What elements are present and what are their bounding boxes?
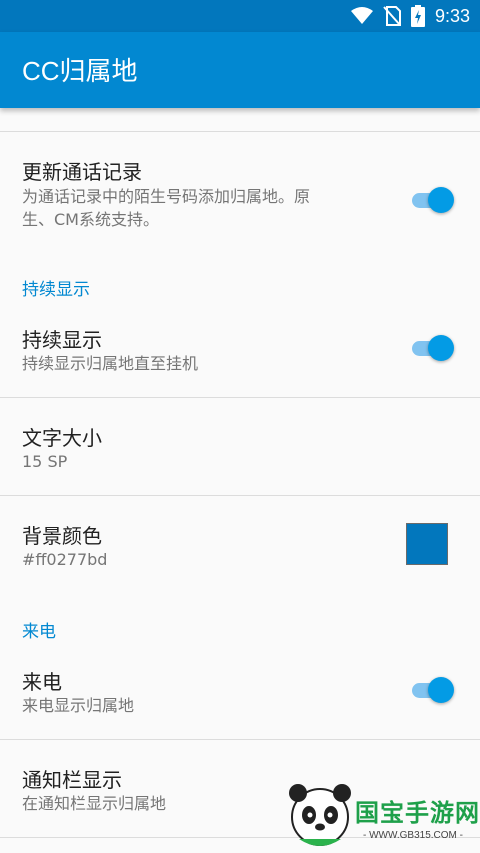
category-persistent-display: 持续显示: [22, 280, 90, 300]
panda-logo-icon: [289, 784, 351, 846]
pref-update-call-log-summary-line2: 生、CM系统支持。: [22, 210, 159, 229]
pref-persistent-display-summary: 持续显示归属地直至挂机: [22, 354, 199, 373]
pref-background-color-title: 背景颜色: [22, 524, 102, 548]
pref-update-call-log-summary-line1: 为通话记录中的陌生号码添加归属地。原: [22, 187, 311, 206]
category-incoming-call: 来电: [22, 622, 56, 642]
pref-notification-display-title: 通知栏显示: [22, 768, 122, 792]
pref-update-call-log[interactable]: 更新通话记录 为通话记录中的陌生号码添加归属地。原 生、CM系统支持。: [0, 132, 480, 230]
pref-notification-display-summary: 在通知栏显示归属地: [22, 794, 167, 813]
pref-update-call-log-title: 更新通话记录: [22, 160, 142, 184]
pref-background-color-summary: #ff0277bd: [22, 550, 108, 569]
switch-thumb: [428, 335, 454, 361]
no-sim-icon: [383, 6, 401, 26]
status-icons: 9:33: [350, 0, 470, 32]
status-bar: 9:33: [0, 0, 480, 32]
battery-charging-icon: [410, 5, 425, 27]
pref-text-size-summary: 15 SP: [22, 452, 68, 471]
watermark-url: - WWW.GB315.COM -: [363, 830, 463, 841]
pref-persistent-display-title: 持续显示: [22, 328, 102, 352]
preferences-list: 更新通话记录 为通话记录中的陌生号码添加归属地。原 生、CM系统支持。 持续显示…: [0, 108, 480, 853]
incoming-call-switch[interactable]: [410, 674, 456, 706]
switch-thumb: [428, 187, 454, 213]
pref-incoming-call-title: 来电: [22, 670, 62, 694]
status-time: 9:33: [434, 5, 470, 26]
watermark-text: 国宝手游网: [355, 799, 480, 827]
pref-incoming-call[interactable]: 来电 来电显示归属地: [0, 650, 480, 738]
app-bar: CC归属地: [0, 32, 480, 108]
app-title: CC归属地: [22, 56, 138, 86]
persistent-display-switch[interactable]: [410, 332, 456, 364]
wifi-icon: [350, 7, 373, 24]
watermark: 国宝手游网 - WWW.GB315.COM -: [280, 775, 480, 853]
switch-thumb: [428, 677, 454, 703]
color-swatch[interactable]: [406, 523, 448, 565]
pref-incoming-call-summary: 来电显示归属地: [22, 696, 135, 715]
update-call-log-switch[interactable]: [410, 184, 456, 216]
pref-text-size-title: 文字大小: [22, 426, 102, 450]
pref-persistent-display[interactable]: 持续显示 持续显示归属地直至挂机: [0, 308, 480, 396]
pref-text-size[interactable]: 文字大小 15 SP: [0, 398, 480, 495]
